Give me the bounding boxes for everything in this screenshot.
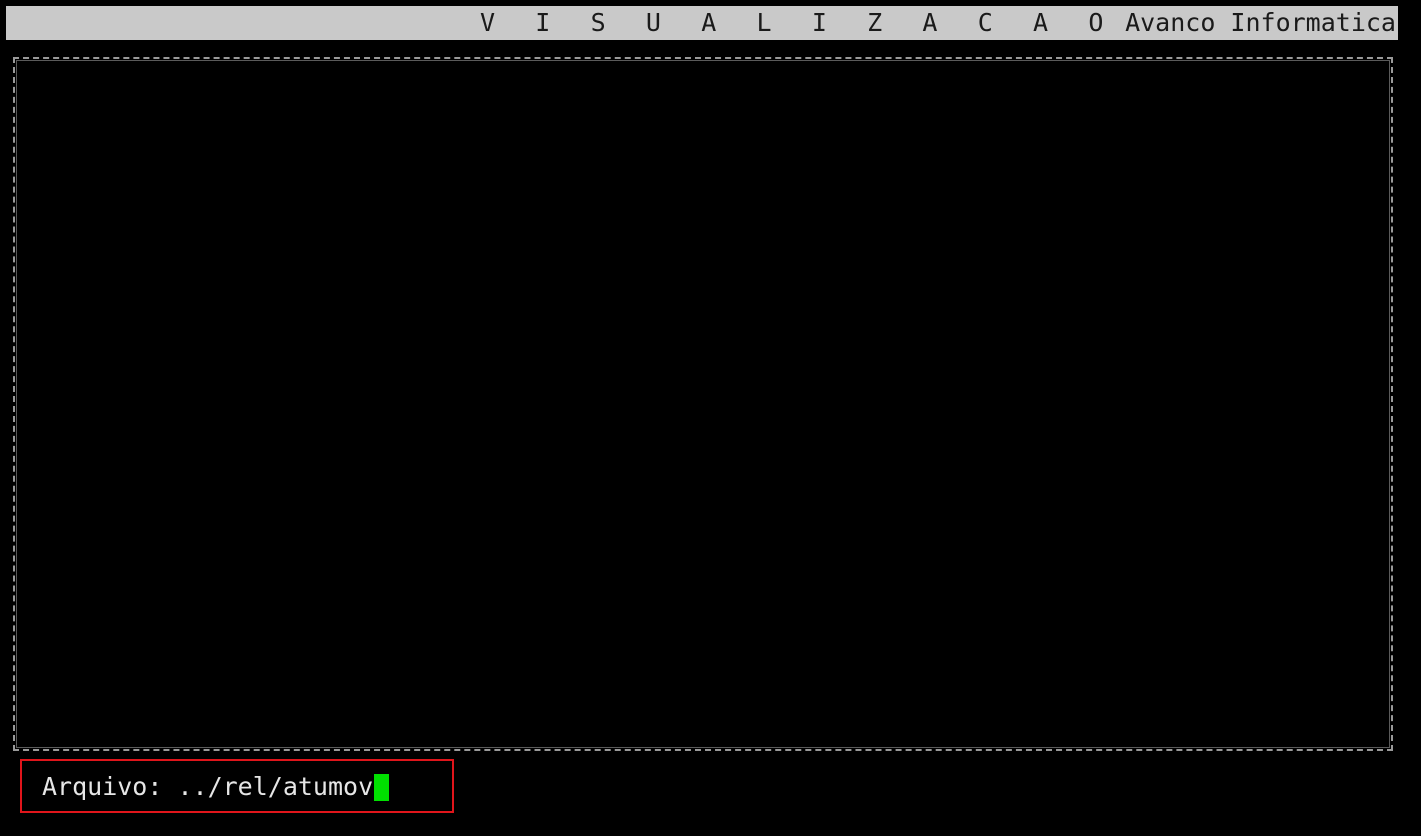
visualization-frame [13, 57, 1393, 751]
file-prompt-label: Arquivo: [42, 772, 178, 801]
title-bar: V I S U A L I Z A C A O Avanco Informati… [6, 6, 1398, 40]
text-cursor [374, 773, 390, 801]
file-prompt-box: Arquivo: ../rel/atumov [20, 759, 454, 813]
visualization-area[interactable] [19, 63, 1387, 745]
file-path-input[interactable]: ../rel/atumov [177, 770, 373, 804]
file-prompt-line: Arquivo: ../rel/atumov [42, 770, 390, 804]
screen-title: V I S U A L I Z A C A O [480, 8, 1116, 37]
company-name: Avanco Informatica [1125, 8, 1396, 37]
terminal-window: V I S U A L I Z A C A O Avanco Informati… [0, 0, 1421, 836]
